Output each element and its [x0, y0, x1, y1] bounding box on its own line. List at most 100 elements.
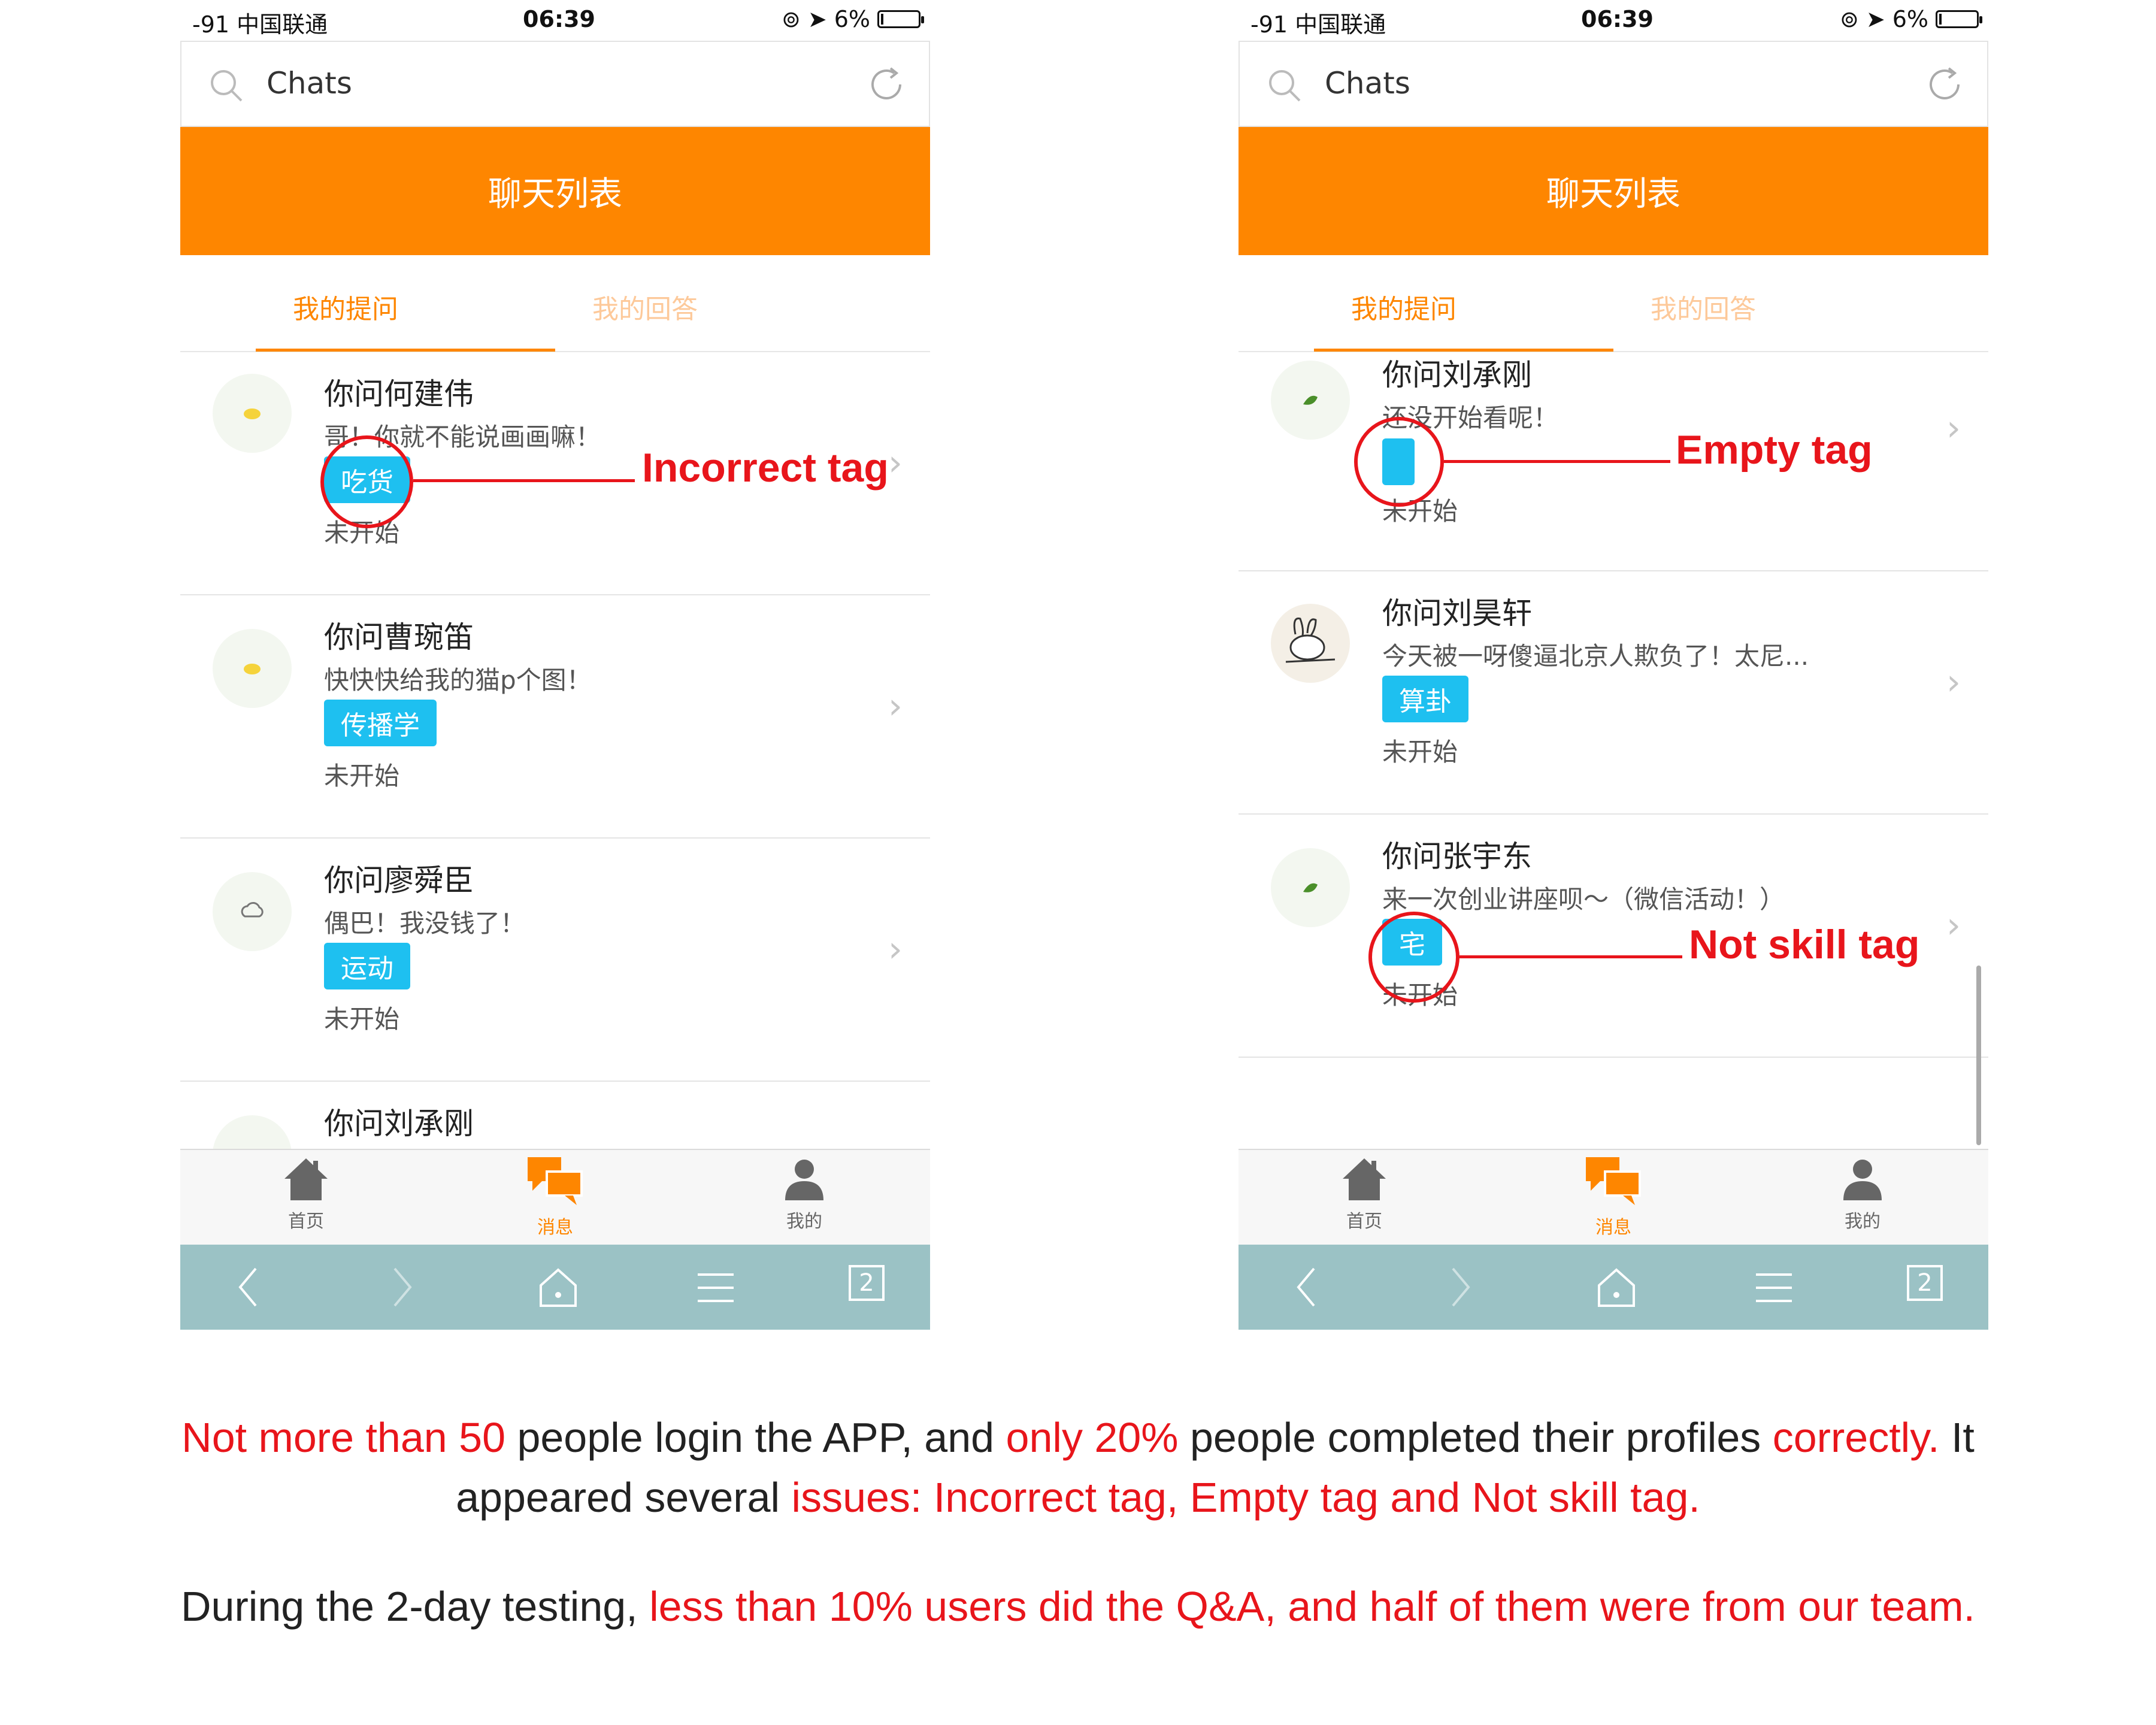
- active-tab-indicator: [256, 349, 555, 352]
- caption-text: people completed their profiles: [1178, 1414, 1773, 1461]
- chat-status: 未开始: [324, 1004, 400, 1034]
- page-title: 聊天列表: [1239, 127, 1988, 255]
- tab-my-answers[interactable]: 我的回答: [525, 288, 765, 326]
- leaf-icon: [1271, 361, 1350, 440]
- battery-icon: [877, 10, 924, 28]
- skill-tag: 传播学: [324, 700, 437, 746]
- search-bar[interactable]: Chats: [1239, 41, 1988, 127]
- chevron-right-icon: ›: [1946, 904, 1961, 946]
- caption-line-2: appeared several issues: Incorrect tag, …: [0, 1473, 2156, 1521]
- annotation-not-skill-tag: Not skill tag: [1689, 922, 1920, 967]
- list-item[interactable]: 你问曹琬笛 快快快给我的猫p个图！ 传播学 未开始 ›: [180, 595, 930, 839]
- list-item[interactable]: 你问刘承刚: [180, 1082, 930, 1149]
- battery-percent: 6%: [1892, 6, 1928, 32]
- chat-title: 你问曹琬笛: [324, 620, 474, 655]
- browser-toolbar: 2: [1239, 1245, 1988, 1330]
- segmented-tabs: 我的提问 我的回答: [180, 255, 930, 352]
- annotation-line: [413, 479, 635, 482]
- search-bar[interactable]: Chats: [180, 41, 930, 127]
- caption-text: people login the APP, and: [505, 1414, 1006, 1461]
- carrier-label: -91 中国联通: [1250, 11, 1386, 38]
- chat-title: 你问张宇东: [1382, 839, 1532, 874]
- chevron-right-icon: ›: [888, 442, 903, 484]
- tab-me[interactable]: 我的: [714, 1156, 894, 1233]
- segmented-tabs: 我的提问 我的回答: [1239, 255, 1988, 352]
- chat-preview: 今天被一呀傻逼北京人欺负了！太尼...: [1382, 641, 1809, 671]
- annotation-line: [1459, 955, 1682, 958]
- tab-messages-label: 消息: [1595, 1217, 1631, 1238]
- tab-home-label: 首页: [288, 1211, 324, 1232]
- cloud-icon: [213, 872, 292, 951]
- chat-title: 你问刘承刚: [324, 1106, 474, 1141]
- clock: 06:39: [1581, 6, 1654, 32]
- tab-home[interactable]: 首页: [1274, 1156, 1454, 1233]
- caption-highlight: Not more than 50: [181, 1414, 505, 1461]
- tab-messages-label: 消息: [537, 1217, 573, 1238]
- back-icon[interactable]: [235, 1266, 259, 1311]
- chat-title: 你问何建伟: [324, 377, 474, 411]
- refresh-icon[interactable]: [867, 65, 906, 107]
- chat-list[interactable]: 你问刘承刚 还没开始看呢！ 未开始 › 你问刘昊轩 今天被一呀傻逼北京人欺负了！…: [1239, 352, 1988, 1149]
- tab-messages[interactable]: 消息: [465, 1156, 645, 1239]
- tab-messages[interactable]: 消息: [1524, 1156, 1703, 1239]
- home-icon[interactable]: [537, 1266, 579, 1311]
- search-icon: [209, 68, 245, 107]
- leaf-icon: [213, 1115, 292, 1149]
- chat-status: 未开始: [1382, 737, 1458, 767]
- battery-icon: [1936, 10, 1982, 28]
- skill-tag: 运动: [324, 943, 410, 989]
- rabbit-icon: [1271, 604, 1350, 683]
- status-bar: -91 中国联通 06:39 ⊚ ➤ 6%: [180, 0, 930, 40]
- refresh-icon[interactable]: [1925, 65, 1964, 107]
- browser-toolbar: 2: [180, 1245, 930, 1330]
- chat-status: 未开始: [324, 761, 400, 791]
- home-icon: [284, 1158, 328, 1200]
- list-item[interactable]: 你问刘昊轩 今天被一呀傻逼北京人欺负了！太尼... 算卦 未开始 ›: [1239, 571, 1988, 815]
- status-right: ⊚ ➤ 6%: [1840, 6, 1982, 32]
- lock-rotation-icon: ⊚: [782, 6, 801, 32]
- caption-line-3: During the 2-day testing, less than 10% …: [0, 1582, 2156, 1630]
- menu-icon[interactable]: [1755, 1266, 1793, 1311]
- bottom-tab-bar: 首页 消息 我的: [180, 1149, 930, 1245]
- tabs-count-button[interactable]: 2: [1907, 1265, 1943, 1301]
- tab-me[interactable]: 我的: [1773, 1156, 1952, 1233]
- tab-home[interactable]: 首页: [216, 1156, 396, 1233]
- user-icon: [785, 1160, 823, 1200]
- skill-tag: 算卦: [1382, 676, 1468, 722]
- tab-my-questions[interactable]: 我的提问: [1284, 288, 1524, 326]
- bottom-tab-bar: 首页 消息 我的: [1239, 1149, 1988, 1245]
- lock-rotation-icon: ⊚: [1840, 6, 1859, 32]
- tab-me-label: 我的: [1845, 1211, 1881, 1232]
- status-bar: -91 中国联通 06:39 ⊚ ➤ 6%: [1239, 0, 1988, 40]
- leaf-icon: [1271, 848, 1350, 927]
- annotation-circle: [320, 435, 413, 528]
- scrollbar[interactable]: [1976, 966, 1981, 1145]
- annotation-incorrect-tag: Incorrect tag: [642, 445, 889, 491]
- chat-preview: 偶巴！我没钱了！: [324, 909, 526, 938]
- annotation-line: [1444, 460, 1670, 463]
- tab-my-answers[interactable]: 我的回答: [1583, 288, 1823, 326]
- tab-me-label: 我的: [786, 1211, 822, 1232]
- search-input[interactable]: Chats: [1325, 66, 1410, 101]
- menu-icon[interactable]: [697, 1266, 735, 1311]
- carrier-label: -91 中国联通: [192, 11, 328, 38]
- location-arrow-icon: ➤: [807, 6, 827, 32]
- caption-text: appeared several: [456, 1474, 792, 1521]
- phone-screenshot-left: -91 中国联通 06:39 ⊚ ➤ 6% Chats 聊天列表 我的提问 我的…: [180, 0, 930, 1336]
- home-icon: [1343, 1158, 1386, 1200]
- caption-highlight: issues: Incorrect tag, Empty tag and Not…: [791, 1474, 1700, 1521]
- chevron-right-icon: ›: [888, 928, 903, 970]
- tab-my-questions[interactable]: 我的提问: [226, 288, 465, 326]
- forward-icon[interactable]: [391, 1266, 415, 1311]
- forward-icon[interactable]: [1449, 1266, 1473, 1311]
- user-icon: [1843, 1160, 1882, 1200]
- chat-preview: 快快快给我的猫p个图！: [324, 665, 592, 695]
- back-icon[interactable]: [1294, 1266, 1318, 1311]
- caption-text: It: [1939, 1414, 1975, 1461]
- tabs-count-button[interactable]: 2: [849, 1265, 885, 1301]
- caption-highlight: only 20%: [1006, 1414, 1179, 1461]
- list-item[interactable]: 你问廖舜臣 偶巴！我没钱了！ 运动 未开始 ›: [180, 839, 930, 1082]
- search-input[interactable]: Chats: [267, 66, 352, 101]
- chat-preview: 来一次创业讲座呗～（微信活动！）: [1382, 885, 1785, 914]
- home-icon[interactable]: [1595, 1266, 1637, 1311]
